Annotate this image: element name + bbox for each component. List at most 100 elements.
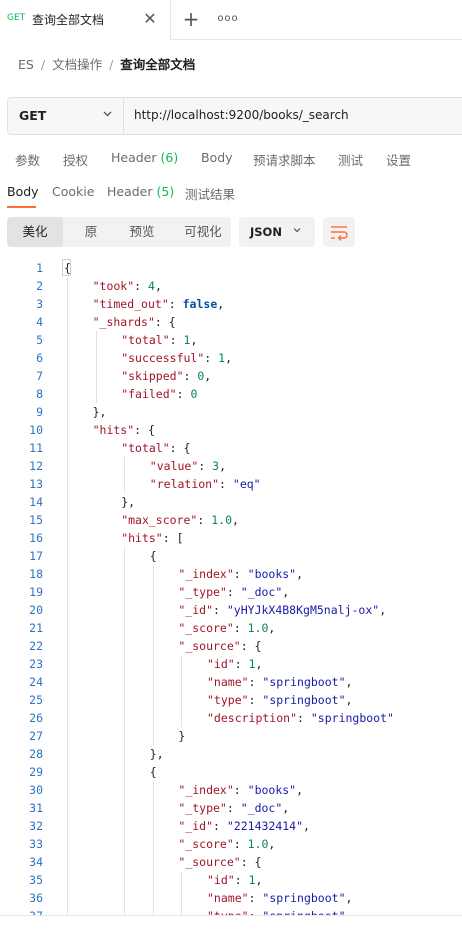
code-token: , [255, 873, 263, 887]
more-icon[interactable]: ooo [217, 10, 239, 28]
method-select[interactable]: GET [8, 98, 124, 134]
code-line: 27} [0, 727, 462, 745]
tab-headers[interactable]: Header (6) [111, 150, 178, 165]
close-icon[interactable]: ✕ [141, 9, 159, 29]
response-body-viewer[interactable]: 1{2 "took": 4, 3 "timed_out": false, 4 "_shar… [0, 259, 462, 915]
code-text: "_id": "yHYJkX4B8KgM5nalj-ox", [178, 601, 386, 619]
code-token: , [296, 783, 304, 797]
code-token: : [233, 567, 248, 581]
divider [0, 915, 462, 916]
code-line: 1{ [0, 259, 462, 277]
code-text: "id": 1, [207, 655, 262, 673]
code-token: "_id" [178, 819, 214, 833]
response-tab-cookie[interactable]: Cookie [52, 184, 94, 199]
format-select[interactable]: JSON [239, 217, 315, 247]
line-number: 36 [29, 891, 43, 905]
code-token: : [134, 279, 148, 293]
code-text: { [150, 763, 157, 781]
code-text: "successful": 1, [121, 349, 232, 367]
code-token: "yHYJkX4B8KgM5nalj-ox" [226, 603, 380, 617]
line-number: 7 [36, 369, 43, 383]
code-token: : [234, 873, 249, 887]
line-number: 21 [29, 621, 43, 635]
code-token: "id" [207, 873, 235, 887]
code-text: }, [121, 493, 135, 511]
code-token: 1 [248, 657, 256, 671]
code-token: : [169, 333, 184, 347]
code-token: "_source" [178, 855, 241, 869]
response-tab-headers-count: (5) [156, 184, 175, 199]
code-text: "name": "springboot", [207, 889, 352, 907]
line-number: 2 [36, 279, 43, 293]
code-line: 2 "took": 4, [0, 277, 462, 295]
code-line: 19 "_type": "_doc", [0, 583, 462, 601]
response-tab-headers-label: Header [107, 184, 153, 199]
code-text: "total": { [121, 439, 190, 457]
breadcrumb-item-folder[interactable]: 文档操作 [52, 54, 102, 73]
code-token: "springboot" [262, 675, 346, 689]
code-text: "hits": { [93, 421, 155, 439]
view-mode-raw[interactable]: 原 [63, 217, 119, 247]
tab-method-badge: GET [7, 13, 26, 23]
code-text: "_shards": { [93, 313, 176, 331]
code-text: "type": "springboot", [207, 691, 352, 709]
code-line: 31 "_type": "_doc", [0, 799, 462, 817]
code-token: , [345, 891, 353, 905]
code-token: "_source" [178, 639, 241, 653]
breadcrumb-item-es[interactable]: ES [18, 57, 34, 72]
code-text: "_index": "books", [178, 565, 303, 583]
url-input[interactable]: http://localhost:9200/books/_search [134, 108, 349, 122]
line-number: 20 [29, 603, 43, 617]
code-token: : [197, 513, 212, 527]
code-token: "name" [207, 675, 249, 689]
code-line: 20 "_id": "yHYJkX4B8KgM5nalj-ox", [0, 601, 462, 619]
response-tab-body[interactable]: Body [7, 184, 39, 199]
view-mode-pretty[interactable]: 美化 [7, 217, 63, 247]
breadcrumb: ES / 文档操作 / 查询全部文档 [18, 54, 195, 72]
code-token: 1.0 [211, 513, 232, 527]
tab-tests[interactable]: 测试 [338, 150, 363, 169]
code-token: : [234, 657, 249, 671]
code-token: "books" [247, 783, 297, 797]
line-number: 11 [29, 441, 43, 455]
wrap-lines-button[interactable] [323, 217, 355, 247]
tab-auth[interactable]: 授权 [63, 150, 88, 169]
line-number: 18 [29, 567, 43, 581]
line-number: 1 [36, 261, 43, 275]
code-token: "eq" [232, 477, 261, 491]
line-number: 12 [29, 459, 43, 473]
code-token: { [149, 549, 157, 563]
code-line: 28}, [0, 745, 462, 763]
view-mode-preview[interactable]: 预览 [113, 217, 171, 247]
tab-settings[interactable]: 设置 [386, 150, 411, 169]
code-text: "max_score": 1.0, [121, 511, 239, 529]
tab-pre-request-script[interactable]: 预请求脚本 [253, 150, 316, 169]
tab-headers-count: (6) [160, 150, 179, 165]
code-line: 26 "description": "springboot" [0, 709, 462, 727]
code-token: , [154, 279, 162, 293]
line-number: 34 [29, 855, 43, 869]
request-tab[interactable]: GET 查询全部文档 ✕ [0, 0, 171, 40]
code-token: : [248, 891, 263, 905]
tab-bar: GET 查询全部文档 ✕ + ooo [0, 0, 462, 40]
code-line: 6 "successful": 1, [0, 349, 462, 367]
code-token: , [225, 351, 233, 365]
code-token: }, [121, 495, 136, 509]
code-token: "_shards" [92, 315, 155, 329]
code-line: 7 "skipped": 0, [0, 367, 462, 385]
tab-params[interactable]: 参数 [15, 150, 40, 169]
plus-icon[interactable]: + [180, 6, 202, 32]
code-token: 1.0 [247, 837, 269, 851]
code-token: "timed_out" [92, 297, 169, 311]
code-line: 14}, [0, 493, 462, 511]
view-mode-visualize[interactable]: 可视化 [171, 217, 235, 247]
method-label: GET [19, 108, 47, 123]
code-token: false [182, 297, 218, 311]
code-text: "hits": [ [121, 529, 183, 547]
tab-body[interactable]: Body [201, 150, 233, 165]
code-token: , [255, 657, 263, 671]
breadcrumb-item-current[interactable]: 查询全部文档 [120, 54, 195, 73]
response-tab-test-results[interactable]: 测试结果 [185, 184, 235, 203]
response-tab-headers[interactable]: Header (5) [107, 184, 174, 199]
line-number: 37 [0, 907, 43, 915]
